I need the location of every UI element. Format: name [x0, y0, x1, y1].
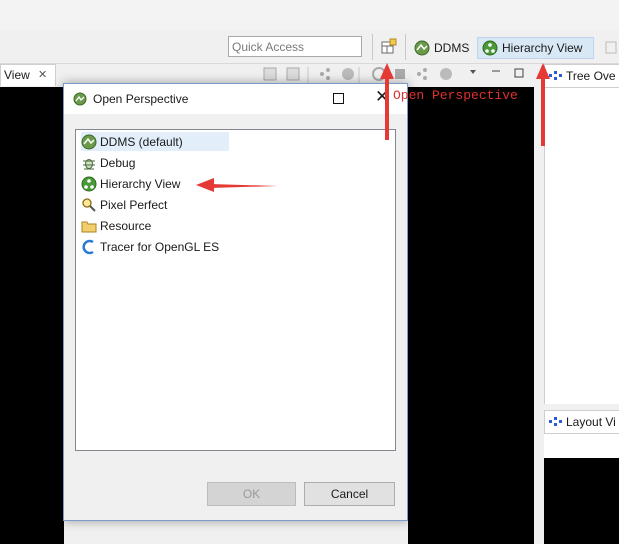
arrow-to-hierarchy-view-button: [536, 63, 550, 146]
annotation-arrows: [196, 63, 550, 192]
arrow-to-open-perspective: [380, 63, 394, 140]
arrow-to-hierarchy-view-item: [196, 178, 278, 192]
